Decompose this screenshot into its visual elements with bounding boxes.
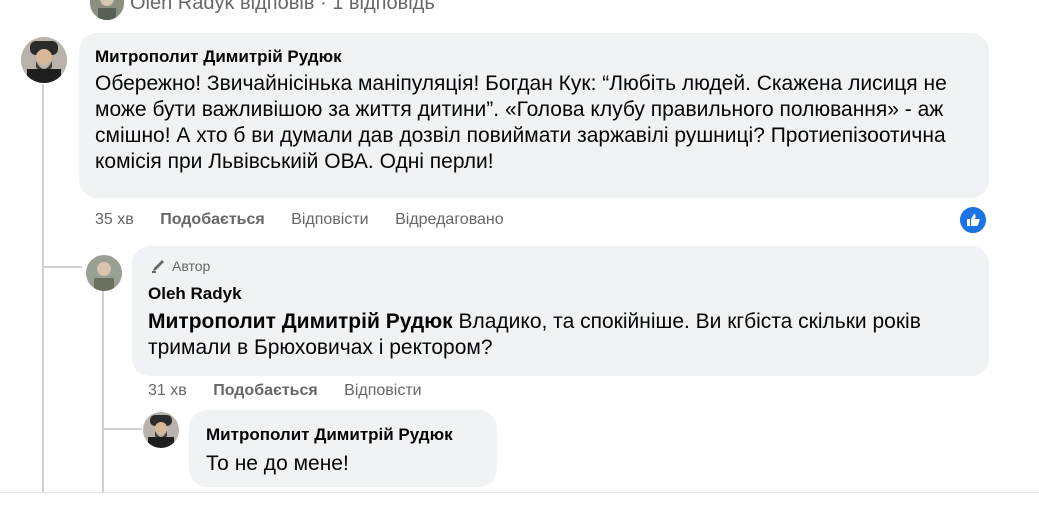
thread-line-main bbox=[42, 84, 44, 509]
comment-1-actions: 35 хв Подобається Відповісти Відредагова… bbox=[95, 211, 526, 229]
comment-author[interactable]: Oleh Radyk bbox=[148, 284, 242, 304]
reply-summary[interactable]: Oleh Radyk відповів · 1 відповідь bbox=[130, 0, 435, 15]
comment-3-bubble: Митрополит Димитрій Рудюк То не до мене! bbox=[189, 410, 497, 487]
comment-time[interactable]: 35 хв bbox=[95, 211, 134, 228]
comment-text: То не до мене! bbox=[206, 452, 349, 475]
like-button[interactable]: Подобається bbox=[160, 211, 265, 228]
comment-text-block: Митрополит Димитрій Рудюк Владико, та сп… bbox=[148, 309, 978, 361]
like-button[interactable]: Подобається bbox=[213, 382, 318, 399]
thread-line-branch-1 bbox=[42, 266, 82, 268]
avatar-dymytriy-small[interactable] bbox=[143, 412, 179, 448]
comment-time[interactable]: 31 хв bbox=[148, 382, 187, 399]
avatar-dymytriy[interactable] bbox=[21, 37, 67, 83]
composer-edge bbox=[0, 492, 1039, 510]
pen-icon bbox=[152, 260, 164, 273]
mention-link[interactable]: Митрополит Димитрій Рудюк bbox=[148, 310, 453, 333]
comment-author[interactable]: Митрополит Димитрій Рудюк bbox=[206, 425, 453, 445]
avatar-oleh[interactable] bbox=[86, 255, 122, 291]
reply-button[interactable]: Відповісти bbox=[291, 211, 368, 228]
comment-2-bubble: Автор Oleh Radyk Митрополит Димитрій Руд… bbox=[132, 246, 989, 376]
thread-line-branch-2 bbox=[102, 428, 142, 430]
thread-line-nested bbox=[102, 290, 104, 509]
comment-text: Обережно! Звичайнісінька маніпуляція! Бо… bbox=[95, 72, 947, 173]
author-badge-label: Автор bbox=[172, 258, 211, 274]
edited-label: Відредаговано bbox=[395, 211, 504, 228]
author-badge: Автор bbox=[150, 258, 210, 274]
like-icon[interactable] bbox=[958, 205, 988, 235]
reply-button[interactable]: Відповісти bbox=[344, 382, 421, 399]
comment-1-bubble: Митрополит Димитрій Рудюк Обережно! Звич… bbox=[79, 33, 989, 198]
comment-author[interactable]: Митрополит Димитрій Рудюк bbox=[95, 47, 342, 67]
comment-2-actions: 31 хв Подобається Відповісти bbox=[148, 382, 444, 400]
avatar-oleh-top[interactable] bbox=[90, 0, 124, 20]
